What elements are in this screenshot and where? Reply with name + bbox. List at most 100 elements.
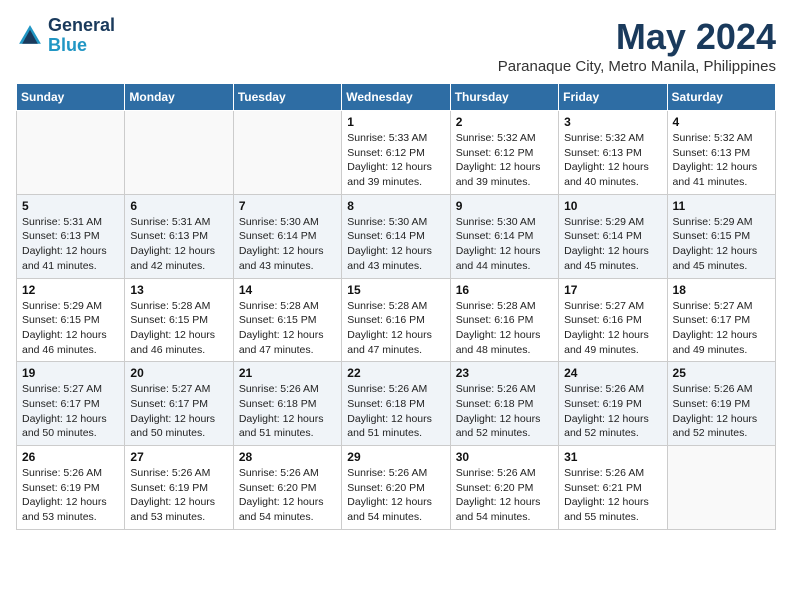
calendar-week-row: 26 Sunrise: 5:26 AMSunset: 6:19 PMDayligh…: [17, 446, 776, 530]
calendar-cell: 28 Sunrise: 5:26 AMSunset: 6:20 PMDayligh…: [233, 446, 341, 530]
page-header: GeneralBlue May 2024 Paranaque City, Met…: [16, 16, 776, 75]
day-info: Sunrise: 5:29 AMSunset: 6:15 PMDaylight:…: [673, 215, 770, 274]
day-info: Sunrise: 5:33 AMSunset: 6:12 PMDaylight:…: [347, 131, 444, 190]
day-number: 1: [347, 115, 444, 129]
day-info: Sunrise: 5:29 AMSunset: 6:14 PMDaylight:…: [564, 215, 661, 274]
day-info: Sunrise: 5:28 AMSunset: 6:15 PMDaylight:…: [239, 299, 336, 358]
day-info: Sunrise: 5:26 AMSunset: 6:18 PMDaylight:…: [239, 382, 336, 441]
day-info: Sunrise: 5:26 AMSunset: 6:18 PMDaylight:…: [347, 382, 444, 441]
day-info: Sunrise: 5:31 AMSunset: 6:13 PMDaylight:…: [22, 215, 119, 274]
day-info: Sunrise: 5:26 AMSunset: 6:19 PMDaylight:…: [673, 382, 770, 441]
calendar-body: 1 Sunrise: 5:33 AMSunset: 6:12 PMDaylight…: [17, 111, 776, 530]
day-info: Sunrise: 5:32 AMSunset: 6:13 PMDaylight:…: [564, 131, 661, 190]
day-number: 10: [564, 199, 661, 213]
calendar-week-row: 5Sunrise: 5:31 AMSunset: 6:13 PMDaylight…: [17, 194, 776, 278]
day-info: Sunrise: 5:26 AMSunset: 6:19 PMDaylight:…: [130, 466, 227, 525]
calendar-cell: 11Sunrise: 5:29 AMSunset: 6:15 PMDayligh…: [667, 194, 775, 278]
calendar-cell: 21 Sunrise: 5:26 AMSunset: 6:18 PMDayligh…: [233, 362, 341, 446]
calendar-week-row: 1 Sunrise: 5:33 AMSunset: 6:12 PMDaylight…: [17, 111, 776, 195]
calendar-cell: 29Sunrise: 5:26 AMSunset: 6:20 PMDayligh…: [342, 446, 450, 530]
day-header-tuesday: Tuesday: [233, 84, 341, 111]
day-number: 23: [456, 366, 553, 380]
day-info: Sunrise: 5:27 AMSunset: 6:16 PMDaylight:…: [564, 299, 661, 358]
logo-icon: [16, 22, 44, 50]
day-number: 19: [22, 366, 119, 380]
calendar-cell: 17 Sunrise: 5:27 AMSunset: 6:16 PMDayligh…: [559, 278, 667, 362]
day-number: 20: [130, 366, 227, 380]
calendar-cell: 12 Sunrise: 5:29 AMSunset: 6:15 PMDayligh…: [17, 278, 125, 362]
calendar-cell: 20 Sunrise: 5:27 AMSunset: 6:17 PMDayligh…: [125, 362, 233, 446]
day-number: 8: [347, 199, 444, 213]
calendar-cell: 23Sunrise: 5:26 AMSunset: 6:18 PMDayligh…: [450, 362, 558, 446]
calendar-cell: 2 Sunrise: 5:32 AMSunset: 6:12 PMDaylight…: [450, 111, 558, 195]
calendar-cell: 14 Sunrise: 5:28 AMSunset: 6:15 PMDayligh…: [233, 278, 341, 362]
calendar-cell: 15 Sunrise: 5:28 AMSunset: 6:16 PMDayligh…: [342, 278, 450, 362]
calendar-cell: 1 Sunrise: 5:33 AMSunset: 6:12 PMDaylight…: [342, 111, 450, 195]
day-info: Sunrise: 5:26 AMSunset: 6:21 PMDaylight:…: [564, 466, 661, 525]
day-info: Sunrise: 5:26 AMSunset: 6:19 PMDaylight:…: [564, 382, 661, 441]
day-number: 7: [239, 199, 336, 213]
day-info: Sunrise: 5:27 AMSunset: 6:17 PMDaylight:…: [130, 382, 227, 441]
day-info: Sunrise: 5:32 AMSunset: 6:12 PMDaylight:…: [456, 131, 553, 190]
calendar-cell: 6Sunrise: 5:31 AMSunset: 6:13 PMDaylight…: [125, 194, 233, 278]
day-info: Sunrise: 5:27 AMSunset: 6:17 PMDaylight:…: [673, 299, 770, 358]
day-info: Sunrise: 5:28 AMSunset: 6:15 PMDaylight:…: [130, 299, 227, 358]
day-info: Sunrise: 5:30 AMSunset: 6:14 PMDaylight:…: [239, 215, 336, 274]
calendar-cell: 22 Sunrise: 5:26 AMSunset: 6:18 PMDayligh…: [342, 362, 450, 446]
month-title: May 2024: [498, 16, 776, 58]
day-info: Sunrise: 5:28 AMSunset: 6:16 PMDaylight:…: [456, 299, 553, 358]
day-header-saturday: Saturday: [667, 84, 775, 111]
day-number: 31: [564, 450, 661, 464]
day-number: 24: [564, 366, 661, 380]
calendar-week-row: 19 Sunrise: 5:27 AMSunset: 6:17 PMDayligh…: [17, 362, 776, 446]
calendar-week-row: 12 Sunrise: 5:29 AMSunset: 6:15 PMDayligh…: [17, 278, 776, 362]
logo-text: GeneralBlue: [48, 16, 115, 56]
calendar-cell: 16 Sunrise: 5:28 AMSunset: 6:16 PMDayligh…: [450, 278, 558, 362]
calendar-cell: 8 Sunrise: 5:30 AMSunset: 6:14 PMDaylight…: [342, 194, 450, 278]
day-number: 12: [22, 283, 119, 297]
calendar-cell: 24 Sunrise: 5:26 AMSunset: 6:19 PMDayligh…: [559, 362, 667, 446]
day-info: Sunrise: 5:26 AMSunset: 6:20 PMDaylight:…: [239, 466, 336, 525]
day-number: 21: [239, 366, 336, 380]
calendar-cell: [125, 111, 233, 195]
day-number: 17: [564, 283, 661, 297]
day-number: 2: [456, 115, 553, 129]
calendar-cell: [233, 111, 341, 195]
day-header-friday: Friday: [559, 84, 667, 111]
day-number: 25: [673, 366, 770, 380]
day-info: Sunrise: 5:29 AMSunset: 6:15 PMDaylight:…: [22, 299, 119, 358]
logo: GeneralBlue: [16, 16, 115, 56]
day-info: Sunrise: 5:27 AMSunset: 6:17 PMDaylight:…: [22, 382, 119, 441]
title-block: May 2024 Paranaque City, Metro Manila, P…: [498, 16, 776, 75]
calendar-cell: 7 Sunrise: 5:30 AMSunset: 6:14 PMDaylight…: [233, 194, 341, 278]
calendar-cell: 19 Sunrise: 5:27 AMSunset: 6:17 PMDayligh…: [17, 362, 125, 446]
calendar-cell: 25 Sunrise: 5:26 AMSunset: 6:19 PMDayligh…: [667, 362, 775, 446]
calendar-table: SundayMondayTuesdayWednesdayThursdayFrid…: [16, 83, 776, 530]
calendar-cell: [667, 446, 775, 530]
day-number: 4: [673, 115, 770, 129]
day-info: Sunrise: 5:28 AMSunset: 6:16 PMDaylight:…: [347, 299, 444, 358]
day-header-sunday: Sunday: [17, 84, 125, 111]
calendar-cell: 18 Sunrise: 5:27 AMSunset: 6:17 PMDayligh…: [667, 278, 775, 362]
day-number: 22: [347, 366, 444, 380]
day-info: Sunrise: 5:30 AMSunset: 6:14 PMDaylight:…: [347, 215, 444, 274]
calendar-cell: 31 Sunrise: 5:26 AMSunset: 6:21 PMDayligh…: [559, 446, 667, 530]
calendar-cell: [17, 111, 125, 195]
calendar-cell: 26Sunrise: 5:26 AMSunset: 6:19 PMDayligh…: [17, 446, 125, 530]
day-number: 16: [456, 283, 553, 297]
day-number: 13: [130, 283, 227, 297]
calendar-cell: 27Sunrise: 5:26 AMSunset: 6:19 PMDayligh…: [125, 446, 233, 530]
calendar-cell: 10 Sunrise: 5:29 AMSunset: 6:14 PMDayligh…: [559, 194, 667, 278]
day-number: 9: [456, 199, 553, 213]
calendar-cell: 30Sunrise: 5:26 AMSunset: 6:20 PMDayligh…: [450, 446, 558, 530]
location-subtitle: Paranaque City, Metro Manila, Philippine…: [498, 58, 776, 75]
day-number: 18: [673, 283, 770, 297]
day-header-thursday: Thursday: [450, 84, 558, 111]
day-number: 3: [564, 115, 661, 129]
day-info: Sunrise: 5:31 AMSunset: 6:13 PMDaylight:…: [130, 215, 227, 274]
day-number: 15: [347, 283, 444, 297]
day-number: 30: [456, 450, 553, 464]
day-number: 14: [239, 283, 336, 297]
day-number: 28: [239, 450, 336, 464]
day-number: 26: [22, 450, 119, 464]
